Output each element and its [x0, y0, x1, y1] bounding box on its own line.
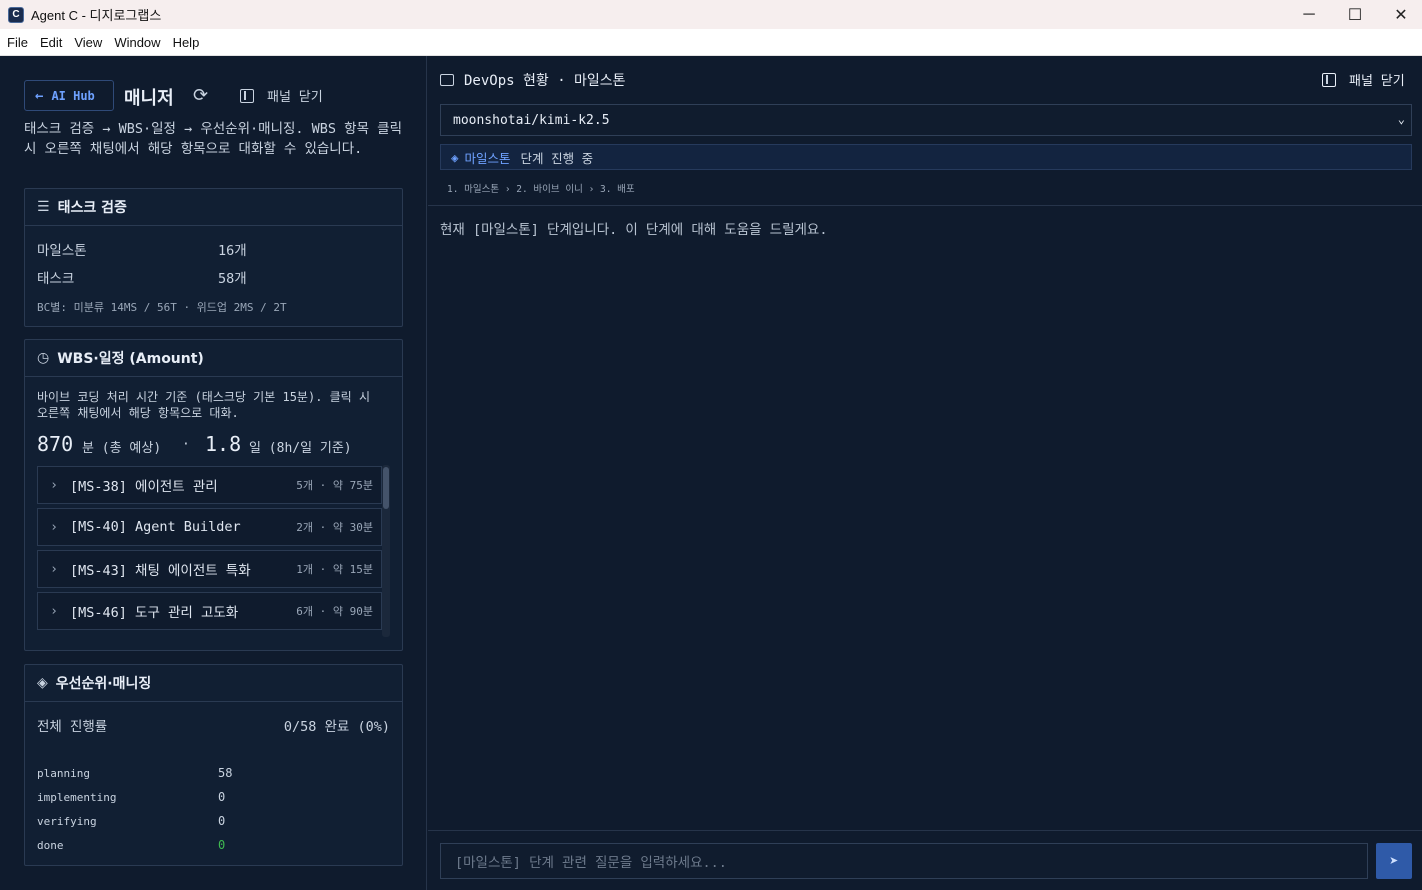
- page-title: 매니저: [124, 88, 174, 109]
- arrow-left-icon: ←: [35, 87, 44, 104]
- chevron-right-icon: ›: [50, 561, 58, 577]
- title-bar: C Agent C - 디지로그랩스 ─ ☐ ✕: [0, 0, 1422, 29]
- chat-title: DevOps 현황 · 마일스톤: [464, 73, 626, 89]
- send-icon: ➤: [1389, 852, 1399, 870]
- ms-item-label: [MS-46] 도구 관리 고도화: [70, 605, 239, 621]
- task-verify-card: ☰ 태스크 검증 마일스톤 16개 태스크 58개 BC별: 미분류 14MS …: [24, 188, 403, 327]
- send-button[interactable]: ➤: [1376, 843, 1412, 879]
- ai-hub-label: AI Hub: [51, 88, 95, 103]
- list-item[interactable]: › [MS-46] 도구 관리 고도화 6개 · 약 90분: [37, 592, 382, 630]
- assistant-message: 현재 [마일스톤] 단계입니다. 이 단계에 대해 도움을 드릴게요.: [440, 222, 828, 238]
- list-item[interactable]: › [MS-43] 채팅 에이전트 특화 1개 · 약 15분: [37, 550, 382, 588]
- stage-breadcrumb: 1. 마일스톤 › 2. 바이브 이니 › 3. 배포: [447, 184, 635, 195]
- status-planning-value: 58: [218, 766, 233, 780]
- status-implementing-value: 0: [218, 790, 226, 804]
- task-verify-header: ☰ 태스크 검증: [25, 189, 402, 226]
- priority-card: ◈ 우선순위·매니징 전체 진행률 0/58 완료 (0%) planning …: [24, 664, 403, 866]
- stage-status-bar: ◈ 마일스톤 단계 진행 중: [440, 144, 1412, 170]
- divider: [428, 830, 1422, 831]
- status-done-label: done: [37, 839, 64, 852]
- ms-item-meta: 2개 · 약 30분: [296, 521, 373, 534]
- stage-status: 단계 진행 중: [520, 150, 594, 166]
- ms-item-label: [MS-40] Agent Builder: [70, 519, 241, 535]
- menu-view[interactable]: View: [74, 35, 102, 50]
- task-count: 58개: [218, 271, 247, 287]
- total-minutes: 870: [37, 432, 74, 456]
- status-verifying-label: verifying: [37, 815, 97, 828]
- close-window-button[interactable]: ✕: [1378, 0, 1422, 29]
- divider: [428, 205, 1422, 206]
- minimize-button[interactable]: ─: [1286, 0, 1332, 29]
- menu-file[interactable]: File: [7, 35, 28, 50]
- chat-header: DevOps 현황 · 마일스톤: [440, 70, 626, 90]
- menu-bar: File Edit View Window Help: [0, 29, 1422, 56]
- ms-item-label: [MS-43] 채팅 에이전트 특화: [70, 563, 251, 579]
- milestone-count: 16개: [218, 243, 247, 259]
- progress-label: 전체 진행률: [37, 719, 108, 735]
- model-select-value: moonshotai/kimi-k2.5: [453, 112, 610, 128]
- status-done-value: 0: [218, 838, 226, 852]
- close-panel-button-right[interactable]: 패널 닫기: [1322, 70, 1405, 89]
- ai-hub-back-button[interactable]: ← AI Hub: [24, 80, 114, 111]
- close-panel-label: 패널 닫기: [1349, 74, 1405, 89]
- window-title: Agent C - 디지로그랩스: [31, 8, 162, 23]
- menu-window[interactable]: Window: [114, 35, 160, 50]
- days-label: 일 (8h/일 기준): [249, 441, 352, 456]
- maximize-button[interactable]: ☐: [1332, 0, 1378, 29]
- wbs-note: 바이브 코딩 처리 시간 기준 (태스크당 기본 15분). 클릭 시 오른쪽 …: [37, 390, 370, 420]
- ms-item-label: [MS-38] 에이전트 관리: [70, 479, 218, 495]
- chevron-right-icon: ›: [50, 477, 58, 493]
- app-icon: C: [8, 6, 24, 23]
- refresh-icon[interactable]: ⟳: [193, 85, 208, 106]
- menu-edit[interactable]: Edit: [40, 35, 62, 50]
- total-days: 1.8: [205, 432, 242, 456]
- status-implementing-label: implementing: [37, 791, 117, 804]
- panel-toggle-icon: [1322, 72, 1336, 87]
- layers-icon: ◈: [37, 675, 48, 691]
- close-panel-button-left[interactable]: 패널 닫기: [240, 86, 323, 105]
- chevron-right-icon: ›: [50, 519, 58, 535]
- status-planning-label: planning: [37, 767, 90, 780]
- checklist-icon: ☰: [37, 199, 50, 215]
- wbs-header: ◷ WBS·일정 (Amount): [25, 340, 402, 377]
- wbs-scrollbar-thumb[interactable]: [383, 467, 389, 509]
- priority-title: 우선순위·매니징: [55, 676, 152, 692]
- menu-help[interactable]: Help: [173, 35, 200, 50]
- progress-value: 0/58 완료 (0%): [283, 719, 390, 735]
- priority-header: ◈ 우선순위·매니징: [25, 665, 402, 702]
- wbs-title: WBS·일정 (Amount): [57, 351, 204, 367]
- list-item[interactable]: › [MS-40] Agent Builder 2개 · 약 30분: [37, 508, 382, 546]
- wbs-milestone-list: › [MS-38] 에이전트 관리 5개 · 약 75분 › [MS-40] A…: [37, 466, 382, 638]
- layers-icon: ◈: [451, 149, 459, 165]
- close-panel-label: 패널 닫기: [267, 90, 323, 105]
- clock-icon: ◷: [37, 350, 50, 366]
- chevron-right-icon: ›: [50, 603, 58, 619]
- stage-name: 마일스톤: [464, 150, 511, 166]
- manager-description: 태스크 검증 → WBS·일정 → 우선순위·매니징. WBS 항목 클릭 시 …: [24, 121, 402, 157]
- bc-note: BC별: 미분류 14MS / 56T · 위드업 2MS / 2T: [37, 301, 287, 314]
- chevron-down-icon: ⌄: [1397, 112, 1405, 126]
- chat-bubble-icon: [440, 74, 454, 86]
- minutes-label: 분 (총 예상): [82, 441, 162, 456]
- chat-input[interactable]: [마일스톤] 단계 관련 질문을 입력하세요...: [440, 843, 1368, 879]
- status-verifying-value: 0: [218, 814, 226, 828]
- ms-item-meta: 6개 · 약 90분: [296, 605, 373, 618]
- panel-toggle-icon: [240, 88, 254, 103]
- ms-item-meta: 1개 · 약 15분: [296, 563, 373, 576]
- milestone-label: 마일스톤: [37, 243, 87, 259]
- separator-dot: ·: [182, 437, 190, 452]
- model-select[interactable]: moonshotai/kimi-k2.5 ⌄: [440, 104, 1412, 136]
- task-verify-title: 태스크 검증: [57, 200, 127, 216]
- ms-item-meta: 5개 · 약 75분: [296, 479, 373, 492]
- task-label: 태스크: [37, 271, 75, 287]
- wbs-card: ◷ WBS·일정 (Amount) 바이브 코딩 처리 시간 기준 (태스크당 …: [24, 339, 403, 651]
- list-item[interactable]: › [MS-38] 에이전트 관리 5개 · 약 75분: [37, 466, 382, 504]
